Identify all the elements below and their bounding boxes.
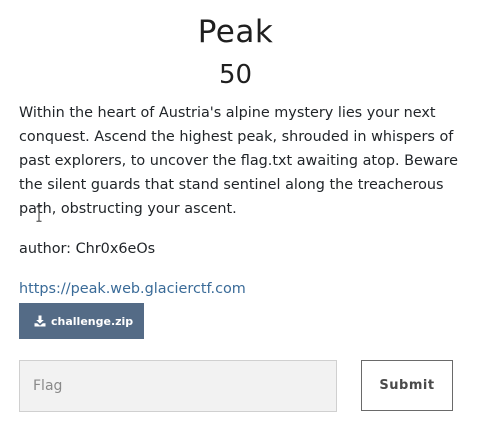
challenge-description: Within the heart of Austria's alpine mys…: [19, 105, 458, 217]
text-cursor-icon: [36, 206, 42, 222]
challenge-title: Peak: [197, 14, 274, 50]
challenge-author: author: Chr0x6eOs: [19, 241, 156, 257]
submit-button[interactable]: Submit: [361, 360, 453, 411]
download-challenge-file-button[interactable]: challenge.zip: [19, 303, 144, 339]
challenge-points: 50: [218, 60, 253, 90]
download-icon: [34, 315, 46, 327]
flag-input[interactable]: [19, 360, 337, 412]
download-file-label: challenge.zip: [51, 314, 134, 328]
challenge-panel: Peak 50 Within the heart of Austria's al…: [0, 0, 477, 434]
challenge-url-link[interactable]: https://peak.web.glacierctf.com: [19, 277, 246, 301]
